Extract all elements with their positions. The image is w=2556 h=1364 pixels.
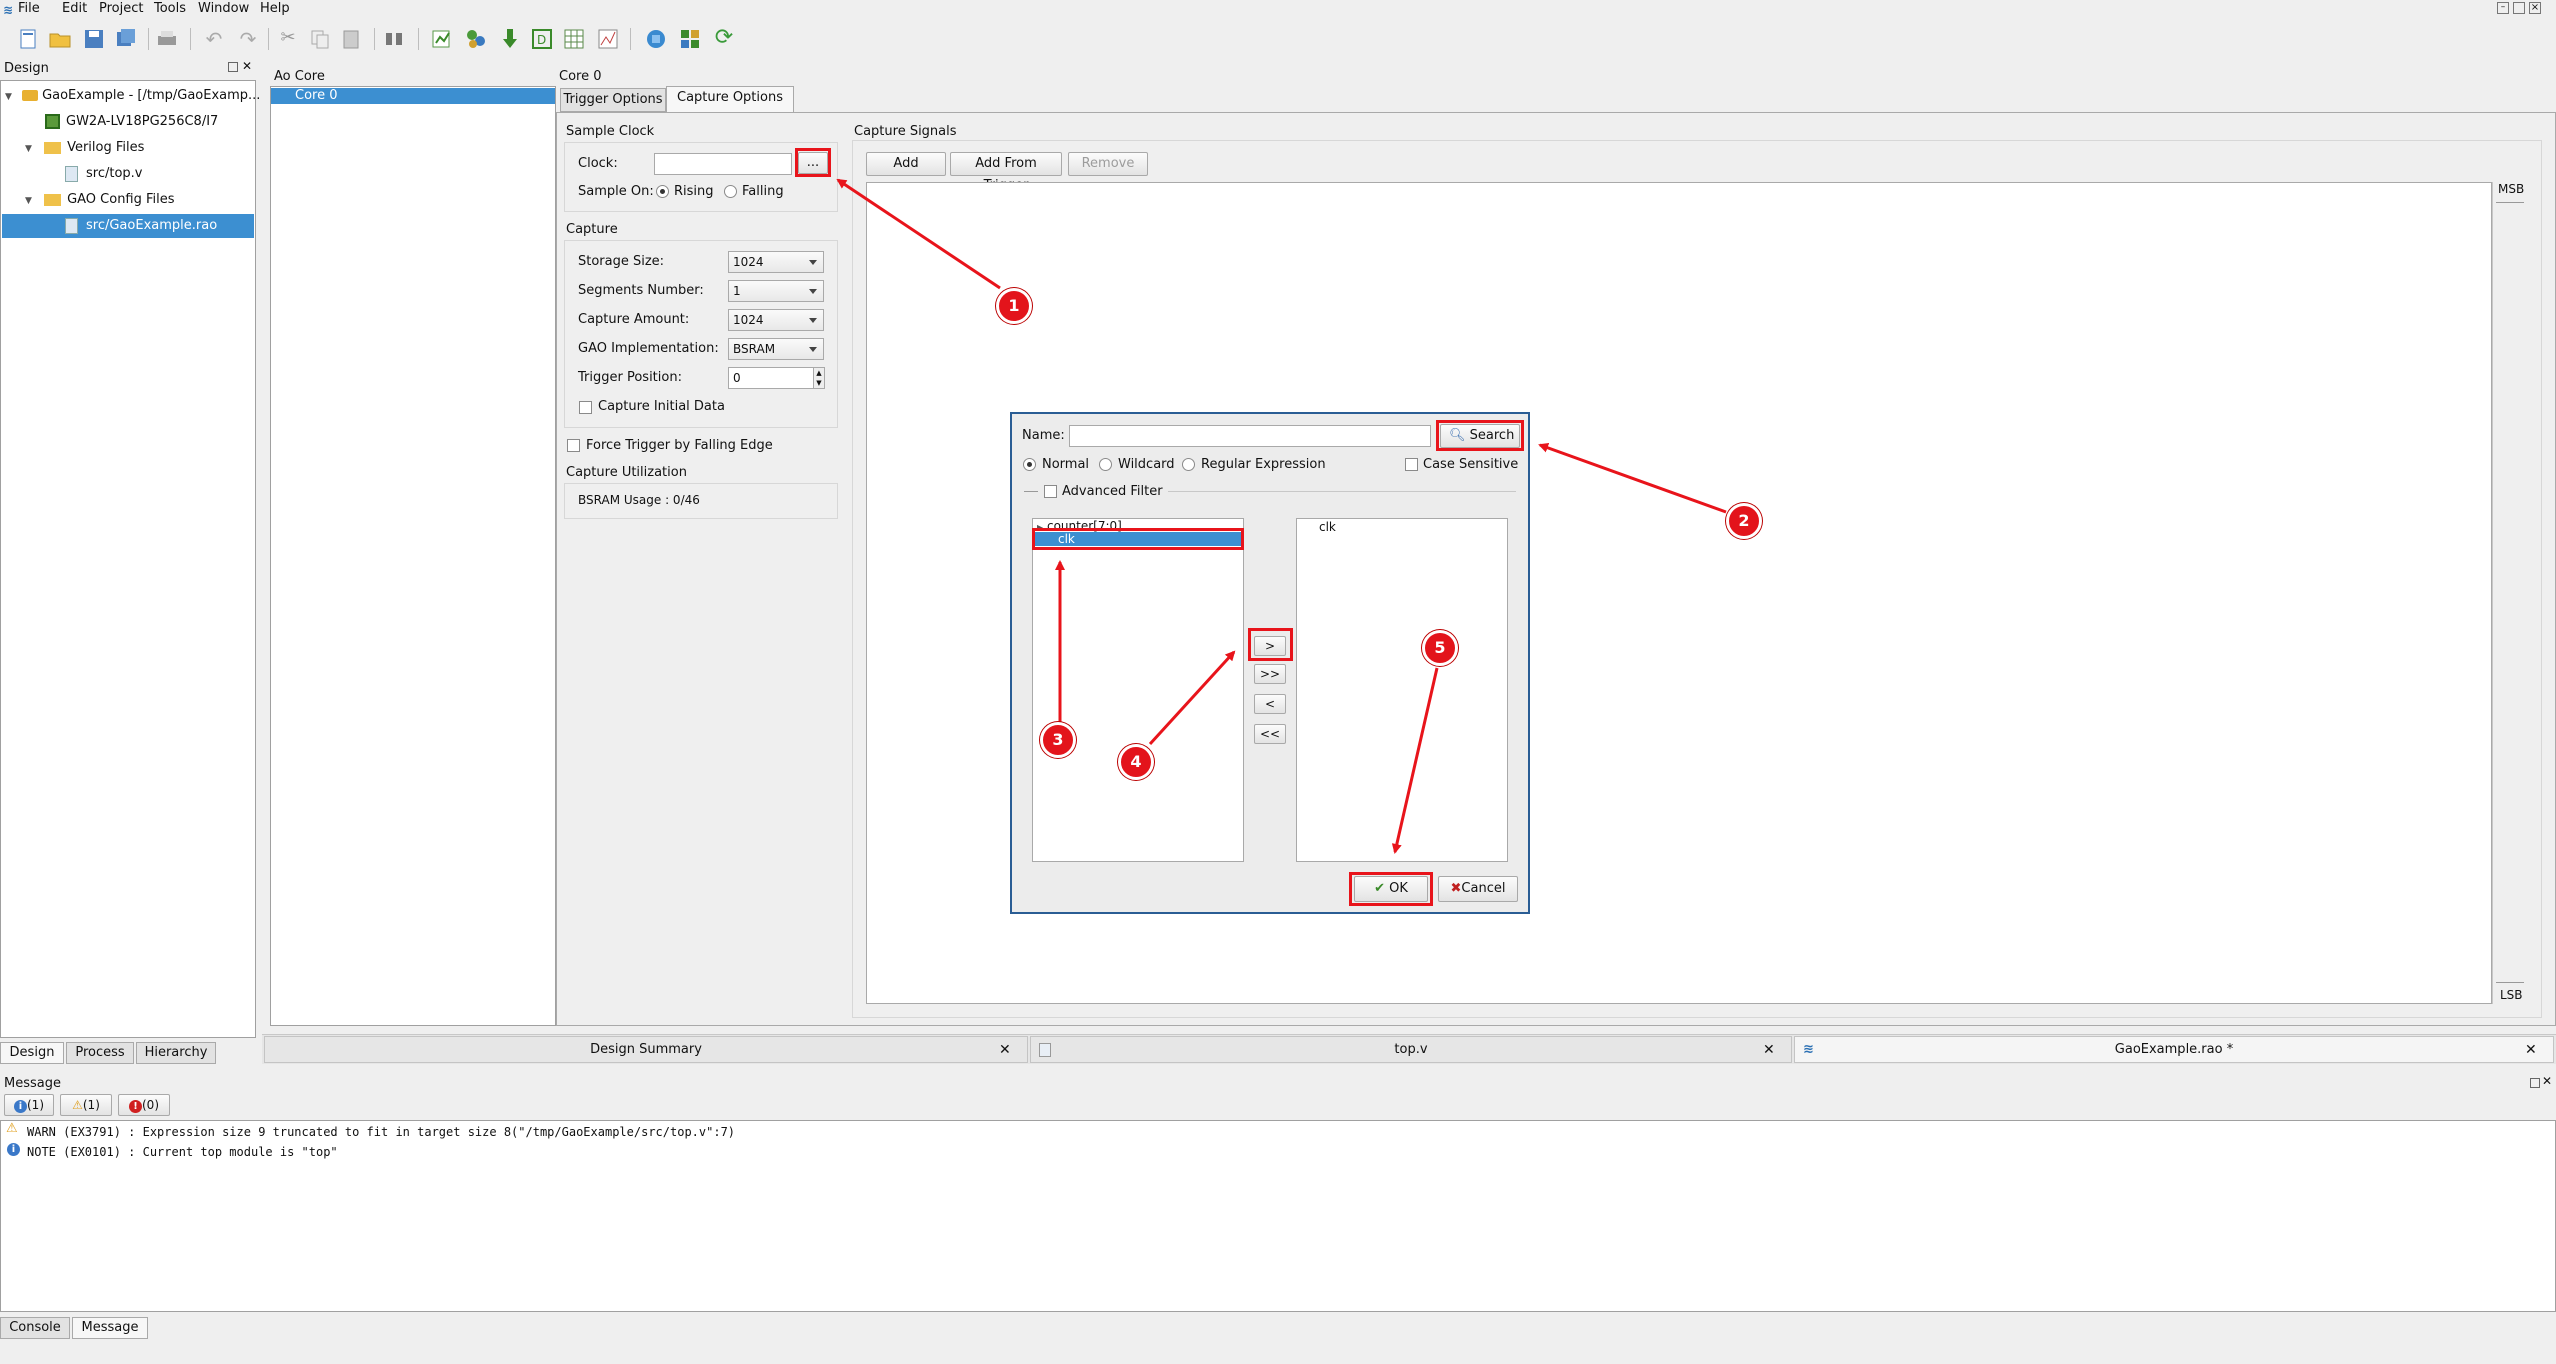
annotation-arrows xyxy=(836,178,1727,854)
annotation-badge-1: 1 xyxy=(996,288,1032,324)
annotation-badge-5: 5 xyxy=(1422,630,1458,666)
annotation-badge-4: 4 xyxy=(1118,744,1154,780)
annotation-badge-3: 3 xyxy=(1040,722,1076,758)
annotation-badge-2: 2 xyxy=(1726,503,1762,539)
